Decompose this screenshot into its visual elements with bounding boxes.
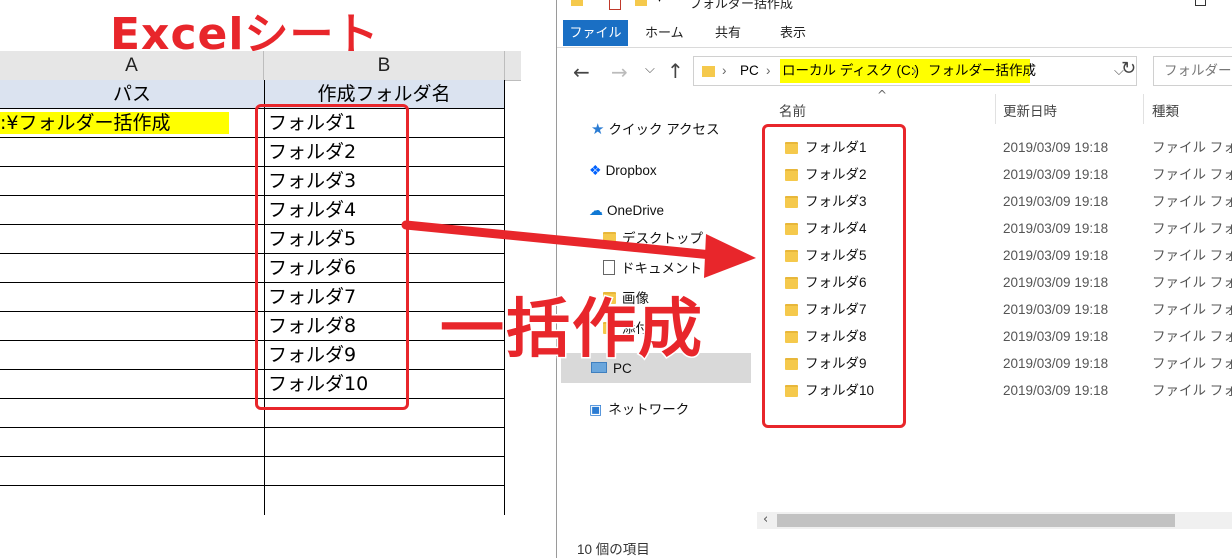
arrow-shaft: [401, 220, 717, 260]
arrow-head: [704, 234, 756, 278]
bulk-create-label: 一括作成: [439, 292, 704, 369]
